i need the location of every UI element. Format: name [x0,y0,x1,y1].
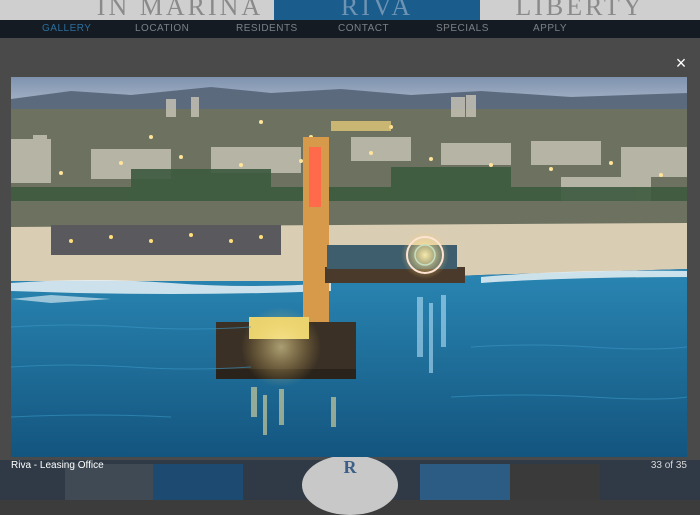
lightbox-photo [11,77,687,457]
lightbox-overlay: × Riva - Leasing Office 33 of 35 [0,0,700,500]
close-icon: × [675,53,687,73]
aerial-pier-night-photo [11,77,687,457]
lightbox-counter: 33 of 35 [650,460,687,471]
lightbox-caption: Riva - Leasing Office [11,460,104,471]
lightbox-close-button[interactable]: × [672,54,690,72]
